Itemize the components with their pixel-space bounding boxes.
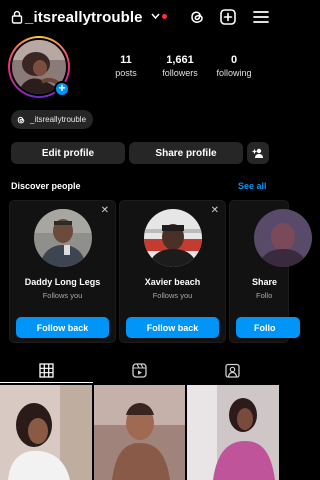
- follow-back-button[interactable]: Follo: [236, 317, 300, 338]
- following-label: following: [216, 68, 252, 78]
- threads-handle: _itsreallytrouble: [30, 115, 87, 124]
- dismiss-icon[interactable]: ✕: [211, 205, 219, 216]
- followers-count: 1,661: [166, 54, 194, 66]
- profile-username[interactable]: _itsreallytrouble: [25, 9, 143, 26]
- followers-stat[interactable]: 1,661 followers: [157, 54, 203, 78]
- create-icon[interactable]: [219, 8, 237, 26]
- discover-people-button[interactable]: [247, 142, 269, 164]
- dismiss-icon[interactable]: ✕: [101, 205, 109, 216]
- suggestion-name[interactable]: Daddy Long Legs: [10, 277, 115, 287]
- discover-people-title: Discover people: [11, 181, 81, 191]
- suggestion-avatar[interactable]: [34, 209, 92, 267]
- post-thumbnail[interactable]: [0, 385, 92, 480]
- following-stat[interactable]: 0 following: [212, 54, 256, 78]
- add-story-button[interactable]: +: [54, 81, 70, 97]
- active-tab-indicator: [0, 382, 93, 383]
- posts-grid: [0, 385, 280, 480]
- suggestion-avatar[interactable]: [144, 209, 202, 267]
- post-thumbnail[interactable]: [93, 385, 186, 480]
- reels-icon[interactable]: [132, 363, 147, 378]
- following-count: 0: [230, 54, 238, 66]
- posts-count: 11: [120, 54, 132, 66]
- threads-icon[interactable]: [188, 8, 206, 26]
- threads-badge-icon: [17, 116, 25, 123]
- see-all-link[interactable]: See all: [238, 181, 267, 191]
- suggestion-card[interactable]: Share Follo Follo: [229, 200, 312, 343]
- tagged-icon[interactable]: [225, 363, 240, 378]
- profile-header: _itsreallytrouble: [0, 0, 279, 34]
- posts-label: posts: [115, 68, 137, 78]
- menu-icon[interactable]: [252, 8, 270, 26]
- post-thumbnail[interactable]: [187, 385, 280, 480]
- lock-icon: [11, 10, 23, 24]
- suggestion-reason: Follows you: [152, 291, 193, 300]
- suggestion-reason: Follo: [256, 291, 273, 300]
- followers-label: followers: [162, 68, 198, 78]
- follow-back-button[interactable]: Follow back: [126, 317, 219, 338]
- suggestion-card[interactable]: ✕ Xavier beach Follows you Follow back: [119, 200, 226, 343]
- grid-icon[interactable]: [39, 363, 54, 378]
- suggestion-reason: Follows you: [42, 291, 83, 300]
- suggestion-card[interactable]: ✕ Daddy Long Legs Follows you Follow bac…: [9, 200, 116, 343]
- suggestion-avatar[interactable]: [254, 209, 312, 267]
- chevron-down-icon[interactable]: [150, 11, 161, 21]
- notification-dot: [162, 14, 167, 19]
- follow-back-button[interactable]: Follow back: [16, 317, 109, 338]
- threads-badge[interactable]: _itsreallytrouble: [11, 110, 94, 129]
- add-person-icon: [252, 148, 263, 158]
- suggestion-name[interactable]: Xavier beach: [120, 277, 225, 287]
- suggestion-name[interactable]: Share: [252, 277, 310, 287]
- edit-profile-button[interactable]: Edit profile: [11, 142, 125, 164]
- posts-stat[interactable]: 11 posts: [108, 54, 144, 78]
- share-profile-button[interactable]: Share profile: [129, 142, 243, 164]
